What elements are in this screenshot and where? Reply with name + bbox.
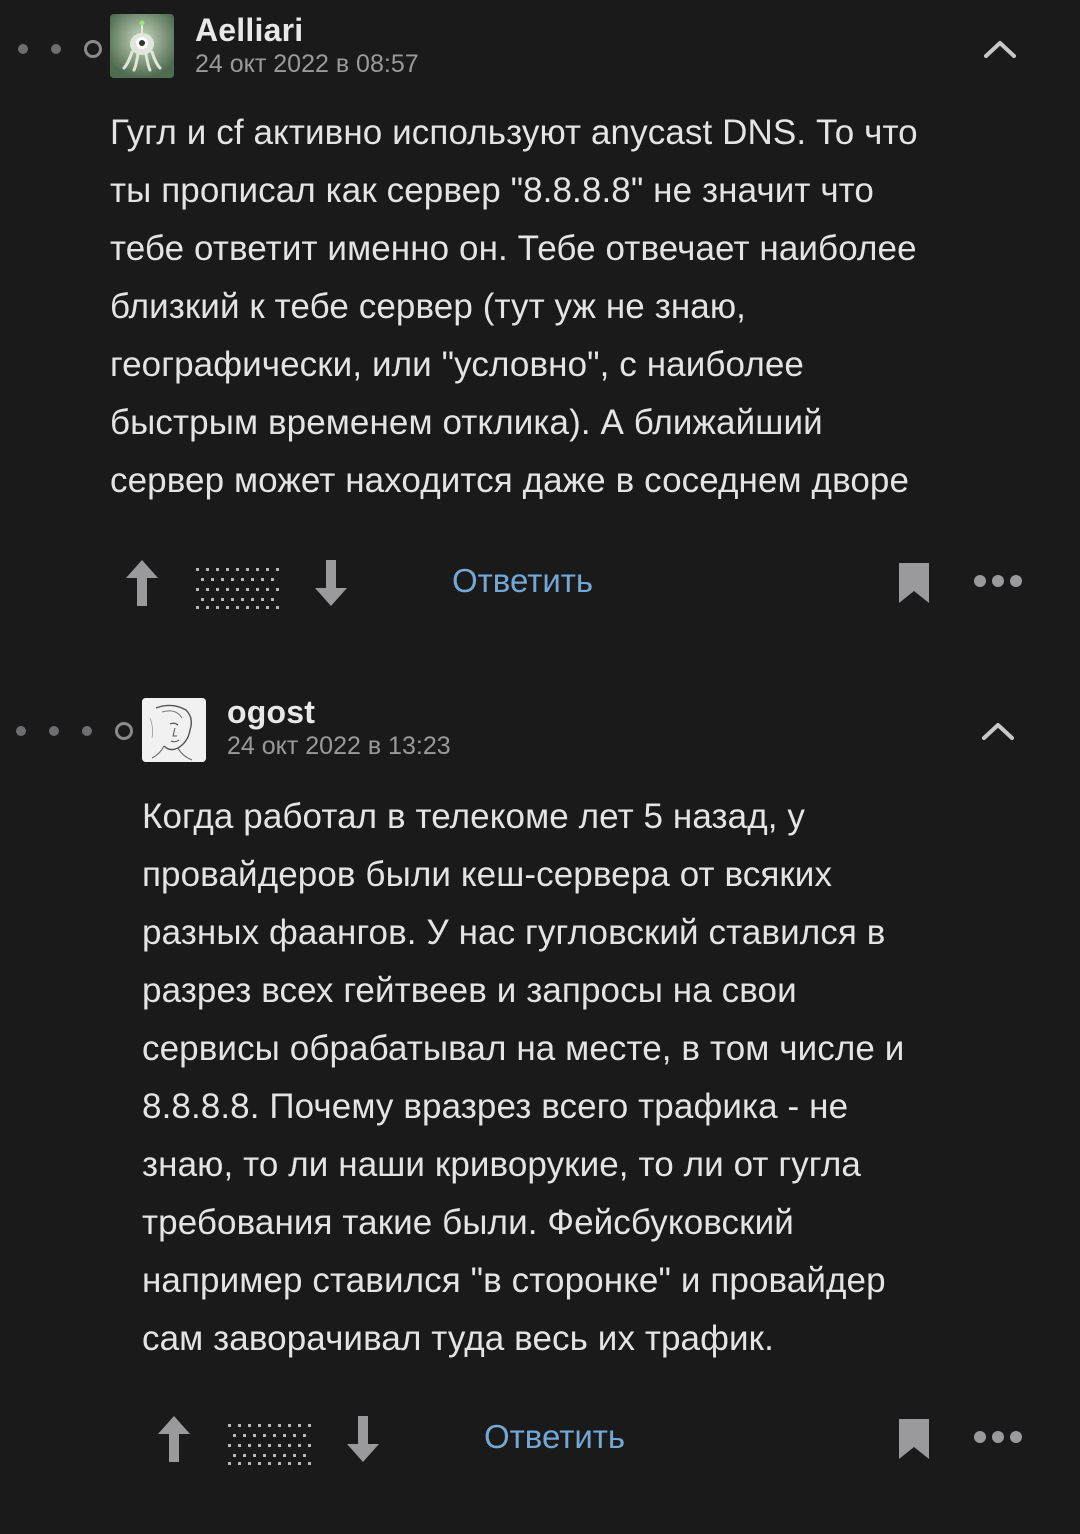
comment-body: Когда работал в телекоме лет 5 назад, у … xyxy=(142,788,904,1368)
sketch-portrait-avatar-icon xyxy=(142,698,206,762)
hidden-score-icon xyxy=(196,568,279,609)
vote-score[interactable] xyxy=(192,564,280,610)
comment-line: 8.8.8.8. Почему вразрез всего трафика - … xyxy=(142,1087,849,1126)
comment-line: Когда работал в телекоме лет 5 назад, у xyxy=(142,797,806,836)
comment-line: например ставился "в сторонке" и провайд… xyxy=(142,1261,886,1300)
comment-line: знаю, то ли наши криворукие, то ли от гу… xyxy=(142,1145,861,1184)
thread-level-indicator[interactable] xyxy=(16,722,133,740)
arrow-up-icon xyxy=(158,1416,190,1462)
level-dot xyxy=(49,726,59,736)
vote-score[interactable] xyxy=(224,1420,312,1466)
downvote-button[interactable] xyxy=(311,556,351,612)
comment-line: сам заворачивал туда весь их трафик. xyxy=(142,1319,774,1358)
chevron-up-icon xyxy=(984,41,1016,58)
comment-line: сервер может находится даже в соседнем д… xyxy=(110,461,910,500)
more-options-button[interactable] xyxy=(973,574,1023,588)
comment-line: сервисы обрабатывал на месте, в том числ… xyxy=(142,1029,905,1068)
hidden-score-icon xyxy=(228,1424,311,1465)
comment-line: провайдеров были кеш-сервера от всяких xyxy=(142,855,833,894)
bookmark-button[interactable] xyxy=(896,1416,932,1462)
reply-button[interactable]: Ответить xyxy=(484,1418,625,1456)
comment-line: Гугл и cf активно используют anycast DNS… xyxy=(110,113,918,152)
collapse-thread-button[interactable] xyxy=(980,34,1020,64)
bookmark-icon xyxy=(899,1419,929,1459)
arrow-up-icon xyxy=(126,560,158,606)
comment-actions: Ответить xyxy=(0,1412,1080,1472)
comment-timestamp[interactable]: 24 окт 2022 в 13:23 xyxy=(227,732,451,761)
level-dot xyxy=(51,44,61,54)
arrow-down-icon xyxy=(315,560,347,606)
comment-line: тебе ответит именно он. Тебе отвечает на… xyxy=(110,229,917,268)
bookmark-button[interactable] xyxy=(896,560,932,606)
downvote-button[interactable] xyxy=(343,1412,383,1468)
thread-level-indicator[interactable] xyxy=(18,40,102,58)
collapse-thread-button[interactable] xyxy=(978,716,1018,746)
comment-line: ты прописал как сервер "8.8.8.8" не знач… xyxy=(110,171,874,210)
comment-line: разных фаангов. У нас гугловский ставилс… xyxy=(142,913,886,952)
reply-button[interactable]: Ответить xyxy=(452,562,593,600)
level-dot xyxy=(16,726,26,736)
level-dot xyxy=(82,726,92,736)
comment-line: требования такие были. Фейсбуковский xyxy=(142,1203,794,1242)
comment-line: быстрым временем отклика). А ближайший xyxy=(110,403,823,442)
ellipsis-icon xyxy=(974,1431,1022,1443)
alien-avatar-icon xyxy=(110,14,174,78)
comment-line: разрез всех гейтвеев и запросы на свои xyxy=(142,971,797,1010)
upvote-button[interactable] xyxy=(154,1412,194,1468)
level-ring xyxy=(115,722,133,740)
chevron-up-icon xyxy=(982,723,1014,740)
author-name[interactable]: Aelliari xyxy=(195,12,303,49)
author-name[interactable]: ogost xyxy=(227,694,315,731)
comment-body: Гугл и cf активно используют anycast DNS… xyxy=(110,104,918,510)
ellipsis-icon xyxy=(974,575,1022,587)
comment-line: географически, или "условно", с наиболее xyxy=(110,345,804,384)
level-dot xyxy=(18,44,28,54)
level-ring xyxy=(84,40,102,58)
comment-timestamp[interactable]: 24 окт 2022 в 08:57 xyxy=(195,50,419,79)
comment-line: близкий к тебе сервер (тут уж не знаю, xyxy=(110,287,747,326)
comment-actions: Ответить xyxy=(0,556,1080,616)
avatar[interactable] xyxy=(110,14,174,78)
avatar[interactable] xyxy=(142,698,206,762)
more-options-button[interactable] xyxy=(973,1430,1023,1444)
arrow-down-icon xyxy=(347,1416,379,1462)
bookmark-icon xyxy=(899,563,929,603)
upvote-button[interactable] xyxy=(122,556,162,612)
